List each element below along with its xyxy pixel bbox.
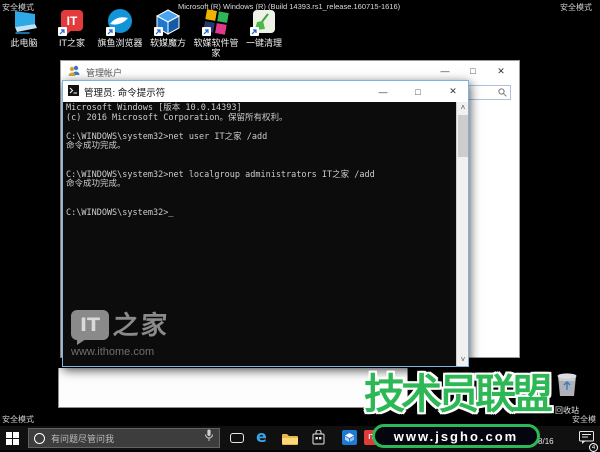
safe-mode-label-top-right: 安全模式 bbox=[560, 2, 592, 13]
shortcut-arrow-icon bbox=[250, 27, 259, 36]
maximize-icon[interactable]: □ bbox=[403, 81, 433, 102]
console-line: (c) 2016 Microsoft Corporation。保留所有权利。 bbox=[66, 114, 454, 124]
recycle-bin-label: 回收站 bbox=[550, 405, 584, 416]
scrollbar-thumb[interactable] bbox=[458, 115, 468, 157]
users-icon bbox=[68, 63, 81, 81]
file-explorer-button[interactable] bbox=[282, 432, 298, 450]
manage-accounts-title: 管理帐户 bbox=[86, 66, 122, 79]
shortcut-arrow-icon bbox=[106, 27, 115, 36]
console-line bbox=[66, 190, 454, 200]
console-output[interactable]: Microsoft Windows [版本 10.0.14393] (c) 20… bbox=[63, 102, 468, 366]
recycle-bin-icon bbox=[550, 369, 584, 404]
minimize-icon[interactable]: — bbox=[368, 81, 398, 102]
console-scrollbar[interactable]: ˄ ˅ bbox=[456, 102, 468, 366]
console-cursor: _ bbox=[168, 208, 173, 218]
desktop-icon-label: 软媒魔方 bbox=[145, 38, 191, 48]
ithome-logo-icon: IT bbox=[71, 310, 109, 340]
command-prompt-titlebar[interactable]: 管理员: 命令提示符 — □ ✕ bbox=[63, 81, 468, 102]
console-line: 命令成功完成。 bbox=[66, 142, 454, 152]
safe-mode-label-bottom-left: 安全模式 bbox=[2, 414, 34, 425]
svg-text:IT: IT bbox=[67, 14, 78, 28]
command-prompt-title: 管理员: 命令提示符 bbox=[84, 85, 363, 99]
start-button[interactable] bbox=[6, 432, 19, 450]
store-icon bbox=[312, 430, 325, 445]
desktop-icon-ruanmei-manager[interactable]: 软媒软件管家 bbox=[193, 8, 239, 58]
notification-badge: 4 bbox=[589, 443, 598, 452]
action-center-button[interactable]: 4 bbox=[579, 431, 594, 449]
desktop-icon-recycle-bin[interactable]: 回收站 bbox=[550, 369, 584, 416]
cortana-icon bbox=[34, 433, 45, 444]
jsgho-brand-banner: www.jsgho.com bbox=[372, 424, 540, 448]
action-center-icon bbox=[579, 431, 594, 444]
scroll-up-icon[interactable]: ˄ bbox=[457, 102, 469, 114]
close-icon[interactable]: ✕ bbox=[438, 81, 468, 102]
desktop-icon-label: 软媒软件管家 bbox=[193, 38, 239, 58]
scroll-down-icon[interactable]: ˅ bbox=[457, 354, 469, 366]
jsgho-brand-url: www.jsgho.com bbox=[394, 429, 518, 444]
ithome-icon: IT bbox=[58, 8, 86, 36]
ruanmei-mofang-icon bbox=[154, 8, 182, 36]
desktop-icon-ruanmei-mofang[interactable]: 软媒魔方 bbox=[145, 8, 191, 48]
shortcut-arrow-icon bbox=[202, 27, 211, 36]
task-view-icon bbox=[230, 433, 244, 443]
shortcut-arrow-icon bbox=[154, 27, 163, 36]
windows-build-string: Microsoft (R) Windows (R) (Build 14393.r… bbox=[178, 2, 400, 11]
desktop-icon-label: 此电脑 bbox=[1, 38, 47, 48]
desktop-icon-label: 一键清理 bbox=[241, 38, 287, 48]
sailfish-browser-icon bbox=[106, 8, 134, 36]
store-button[interactable] bbox=[312, 430, 325, 450]
desktop-icon-label: 旗鱼浏览器 bbox=[97, 38, 143, 48]
search-placeholder: 有问题尽管问我 bbox=[51, 432, 198, 445]
edge-button[interactable]: e bbox=[256, 429, 267, 447]
cortana-search-box[interactable]: 有问题尽管问我 bbox=[28, 428, 220, 448]
ruanmei-mofang-taskbar-button[interactable] bbox=[342, 430, 357, 445]
console-line: 命令成功完成。 bbox=[66, 180, 454, 190]
folder-icon bbox=[282, 433, 298, 445]
ruanmei-manager-icon bbox=[202, 8, 230, 36]
desktop-icon-this-pc[interactable]: 此电脑 bbox=[1, 8, 47, 48]
cmd-icon bbox=[68, 83, 79, 101]
console-line bbox=[66, 152, 454, 162]
desktop-icon-one-key-clean[interactable]: 一键清理 bbox=[241, 8, 287, 48]
task-view-button[interactable] bbox=[230, 433, 244, 443]
console-prompt: C:\WINDOWS\system32> bbox=[66, 208, 168, 218]
command-prompt-window: 管理员: 命令提示符 — □ ✕ Microsoft Windows [版本 1… bbox=[62, 80, 469, 367]
desktop-icon-label: IT之家 bbox=[49, 38, 95, 48]
window-fragment bbox=[58, 368, 408, 408]
close-icon[interactable]: ✕ bbox=[487, 61, 515, 81]
minimize-icon[interactable]: — bbox=[431, 61, 459, 81]
ithome-url: www.ithome.com bbox=[71, 346, 169, 358]
mofang-app-icon bbox=[342, 430, 357, 445]
shortcut-arrow-icon bbox=[58, 27, 67, 36]
desktop-icon-ithome[interactable]: IT IT之家 bbox=[49, 8, 95, 48]
console-prompt-line: C:\WINDOWS\system32>_ bbox=[66, 209, 454, 219]
desktop-icon-sailfish-browser[interactable]: 旗鱼浏览器 bbox=[97, 8, 143, 48]
microphone-icon[interactable] bbox=[204, 429, 214, 447]
edge-icon: e bbox=[256, 427, 267, 446]
ithome-watermark: IT 之家 www.ithome.com bbox=[71, 310, 169, 358]
maximize-icon[interactable]: □ bbox=[459, 61, 487, 81]
jsgho-brand-text: 技术员联盟 bbox=[364, 372, 549, 416]
search-icon bbox=[498, 84, 507, 102]
safe-mode-label-top-left: 安全模式 bbox=[2, 2, 34, 13]
one-key-clean-icon bbox=[250, 8, 278, 36]
ithome-logo-suffix: 之家 bbox=[112, 310, 170, 340]
